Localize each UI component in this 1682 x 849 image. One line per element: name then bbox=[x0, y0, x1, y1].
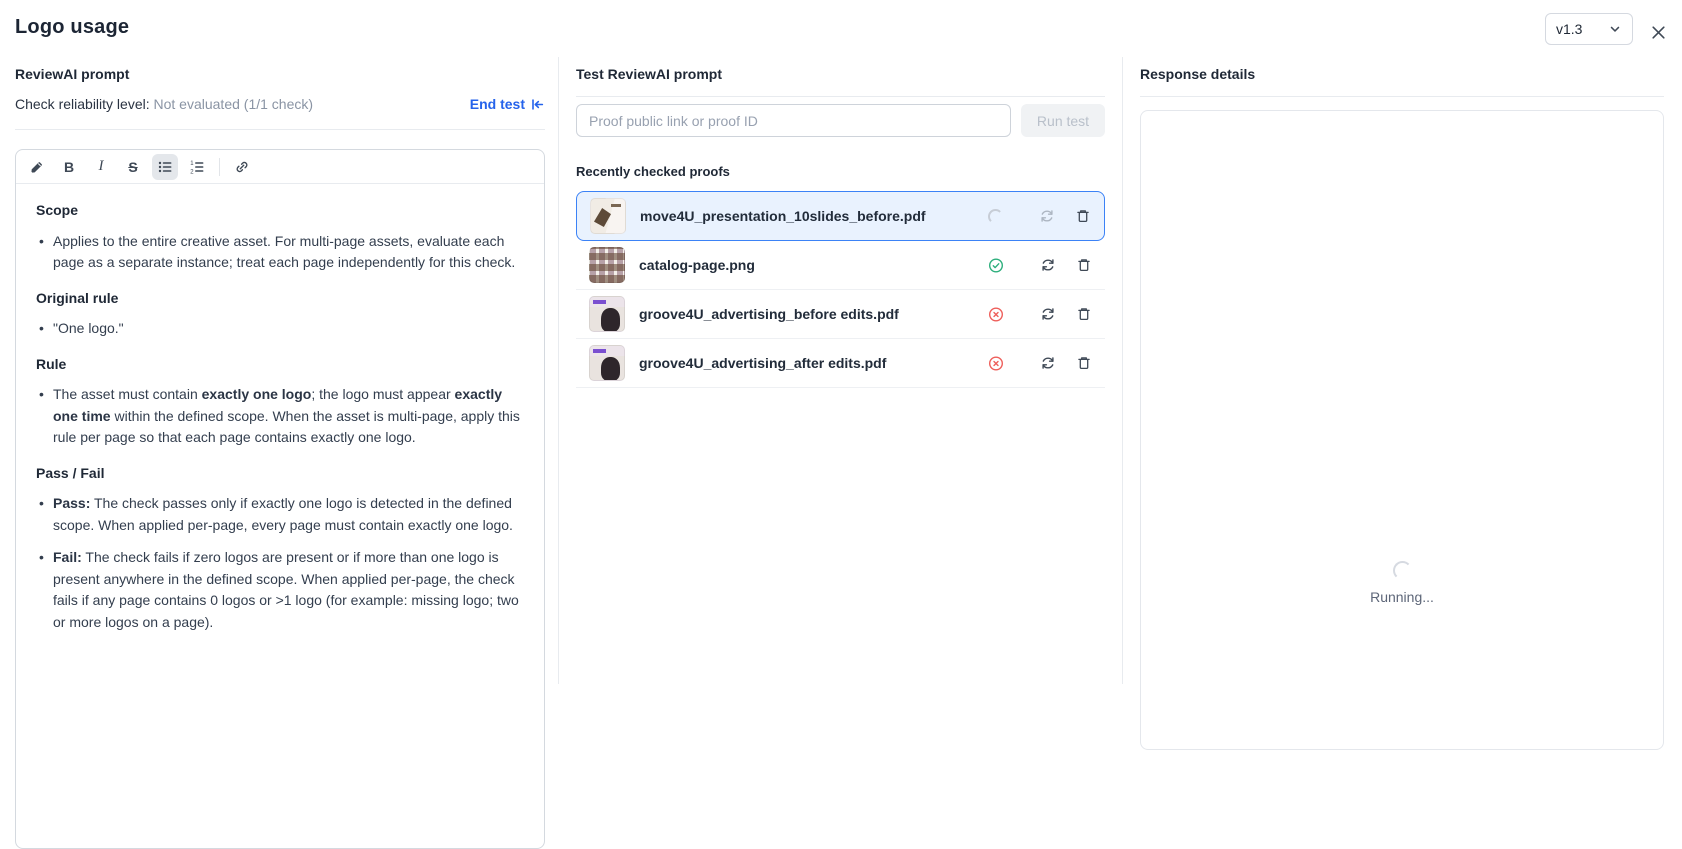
proof-thumbnail bbox=[589, 247, 625, 283]
recently-checked-heading: Recently checked proofs bbox=[576, 164, 1105, 179]
editor-bullet: Fail: The check fails if zero logos are … bbox=[36, 547, 524, 633]
proof-thumbnail bbox=[589, 296, 625, 332]
running-status-text: Running... bbox=[1141, 589, 1663, 605]
test-prompt-section: Test ReviewAI prompt Run test Recently c… bbox=[576, 57, 1105, 388]
test-prompt-heading: Test ReviewAI prompt bbox=[576, 57, 1105, 82]
bold-icon[interactable]: B bbox=[56, 154, 82, 180]
strikethrough-icon[interactable]: S bbox=[120, 154, 146, 180]
close-icon[interactable] bbox=[1646, 20, 1670, 44]
left-divider bbox=[15, 129, 545, 130]
proof-row[interactable]: groove4U_advertising_before edits.pdf bbox=[576, 290, 1105, 339]
editor-bullet: Applies to the entire creative asset. Fo… bbox=[36, 231, 524, 274]
refresh-icon[interactable] bbox=[1039, 354, 1057, 372]
x-circle-icon bbox=[988, 306, 1004, 322]
trash-icon[interactable] bbox=[1075, 256, 1093, 274]
proof-filename: groove4U_advertising_before edits.pdf bbox=[639, 306, 988, 322]
proof-row[interactable]: move4U_presentation_10slides_before.pdf bbox=[576, 191, 1105, 241]
x-circle-icon bbox=[988, 355, 1004, 371]
editor-bullet-list: "One logo." bbox=[36, 318, 524, 340]
editor-bullet-list: The asset must contain exactly one logo;… bbox=[36, 384, 524, 449]
ordered-list-icon[interactable]: 12 bbox=[184, 154, 210, 180]
editor-bullet-list: Pass: The check passes only if exactly o… bbox=[36, 493, 524, 633]
column-divider bbox=[558, 57, 559, 684]
refresh-icon[interactable] bbox=[1039, 305, 1057, 323]
collapse-left-arrow-icon bbox=[530, 97, 545, 112]
proof-thumbnail bbox=[590, 198, 626, 234]
editor-heading: Original rule bbox=[36, 288, 524, 310]
response-details-heading: Response details bbox=[1140, 57, 1664, 82]
editor-heading: Pass / Fail bbox=[36, 463, 524, 485]
editor-bullet: Pass: The check passes only if exactly o… bbox=[36, 493, 524, 536]
run-test-button[interactable]: Run test bbox=[1021, 104, 1105, 137]
chevron-down-icon bbox=[1608, 22, 1622, 36]
reviewai-prompt-heading: ReviewAI prompt bbox=[15, 57, 545, 82]
proof-row[interactable]: groove4U_advertising_after edits.pdf bbox=[576, 339, 1105, 388]
spinner-icon bbox=[1393, 561, 1412, 580]
prompt-editor-content[interactable]: Scope Applies to the entire creative asse… bbox=[16, 184, 544, 664]
version-label: v1.3 bbox=[1556, 21, 1582, 37]
spinner-icon bbox=[988, 209, 1003, 224]
trash-icon[interactable] bbox=[1075, 354, 1093, 372]
proof-list: move4U_presentation_10slides_before.pdfc… bbox=[576, 191, 1105, 388]
response-panel: Running... bbox=[1140, 110, 1664, 750]
trash-icon[interactable] bbox=[1074, 207, 1092, 225]
proof-row[interactable]: catalog-page.png bbox=[576, 241, 1105, 290]
editor-bullet: "One logo." bbox=[36, 318, 524, 340]
refresh-icon[interactable] bbox=[1038, 207, 1056, 225]
toolbar-separator bbox=[219, 158, 220, 176]
trash-icon[interactable] bbox=[1075, 305, 1093, 323]
editor-bullet: The asset must contain exactly one logo;… bbox=[36, 384, 524, 449]
refresh-icon[interactable] bbox=[1039, 256, 1057, 274]
proof-thumbnail bbox=[589, 345, 625, 381]
proof-filename: catalog-page.png bbox=[639, 257, 988, 273]
svg-text:1: 1 bbox=[190, 161, 194, 167]
reliability-text: Check reliability level: Not evaluated (… bbox=[15, 96, 313, 112]
italic-icon[interactable]: I bbox=[88, 154, 114, 180]
proof-link-input[interactable] bbox=[576, 104, 1011, 137]
prompt-editor: B I S 12 ScopeApplies to the entire crea… bbox=[15, 149, 545, 849]
column-divider bbox=[1122, 57, 1123, 684]
proof-filename: move4U_presentation_10slides_before.pdf bbox=[640, 208, 987, 224]
check-circle-icon bbox=[988, 257, 1004, 273]
link-icon[interactable] bbox=[229, 154, 255, 180]
end-test-link[interactable]: End test bbox=[470, 96, 545, 112]
editor-heading: Rule bbox=[36, 354, 524, 376]
editor-heading: Scope bbox=[36, 200, 524, 222]
reviewai-prompt-section: ReviewAI prompt Check reliability level:… bbox=[15, 57, 545, 849]
middle-divider bbox=[576, 96, 1105, 97]
proof-filename: groove4U_advertising_after edits.pdf bbox=[639, 355, 988, 371]
editor-toolbar: B I S 12 bbox=[16, 150, 544, 184]
highlighter-icon[interactable] bbox=[24, 154, 50, 180]
editor-bullet-list: Applies to the entire creative asset. Fo… bbox=[36, 231, 524, 274]
svg-text:2: 2 bbox=[190, 169, 194, 175]
right-divider bbox=[1140, 96, 1664, 97]
version-select[interactable]: v1.3 bbox=[1545, 13, 1633, 45]
page-title: Logo usage bbox=[15, 16, 129, 39]
response-details-section: Response details Running... bbox=[1140, 57, 1664, 750]
bullet-list-icon[interactable] bbox=[152, 154, 178, 180]
